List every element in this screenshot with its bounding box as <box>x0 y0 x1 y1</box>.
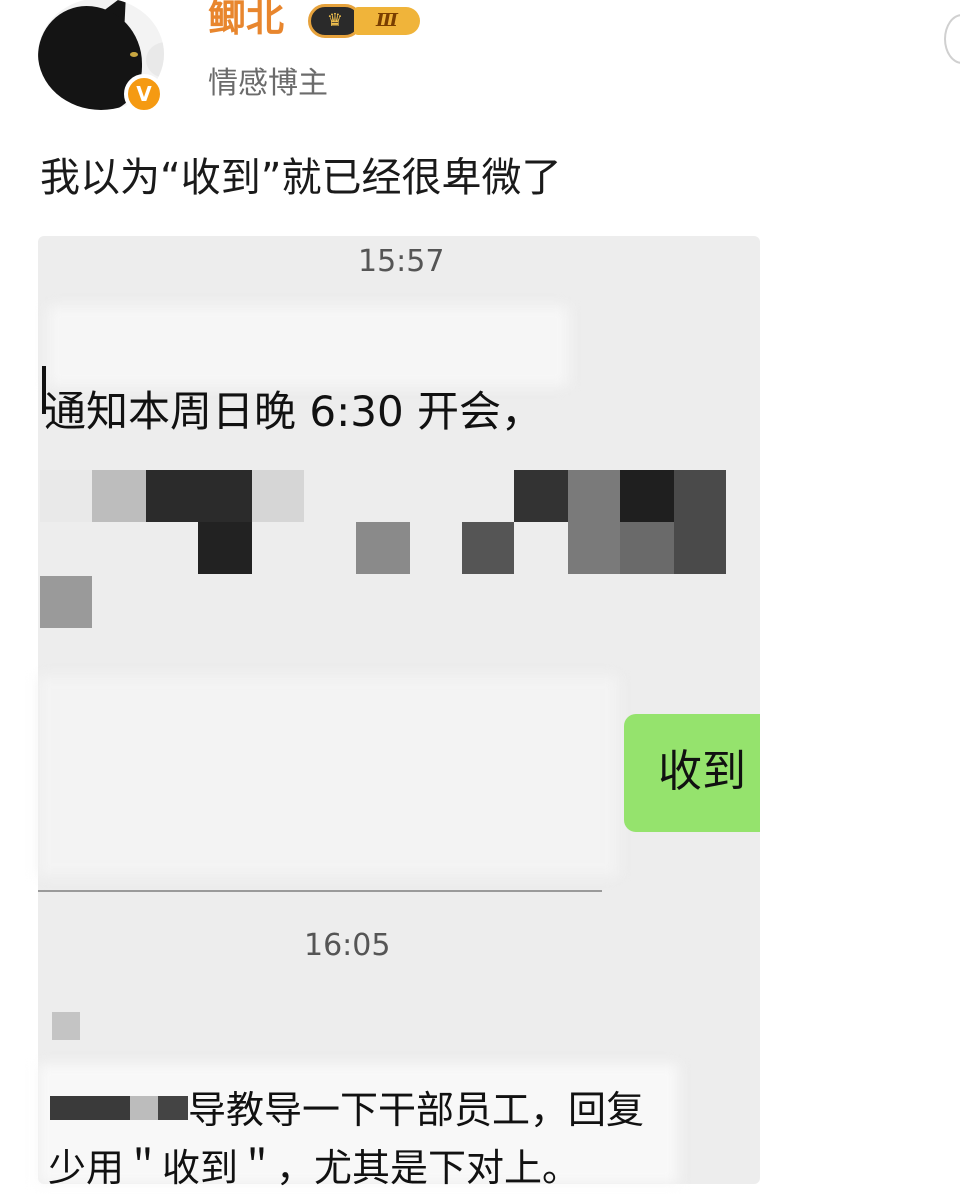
mosaic-block <box>130 1096 158 1120</box>
mosaic-block <box>198 522 252 574</box>
reply-bubble[interactable]: 收到 <box>624 714 760 832</box>
mosaic-block <box>50 1096 130 1120</box>
message-text-line: 导教导一下干部员工，回复 <box>188 1088 645 1132</box>
mosaic-block <box>52 1012 80 1040</box>
mosaic-block <box>514 470 568 522</box>
mosaic-block <box>674 470 726 574</box>
cat-eye-shape <box>130 52 138 57</box>
message-time: 15:57 <box>358 244 445 279</box>
level-label: Ⅲ <box>354 7 420 35</box>
chat-screenshot: 15:57 通知本周日晚 6:30 开会， 收到 16:05 导教导一下干部员工… <box>38 236 760 1190</box>
reply-text: 收到 <box>658 746 746 797</box>
user-tag: 情感博主 <box>208 66 328 101</box>
mosaic-block <box>620 470 674 522</box>
message-text-line: 少用＂收到＂，尤其是下对上。 <box>48 1146 581 1190</box>
mosaic-block <box>568 470 620 574</box>
message-time: 16:05 <box>304 928 391 963</box>
mosaic-block <box>356 522 410 574</box>
mosaic-block <box>92 470 146 522</box>
blurred-area <box>38 676 618 876</box>
mosaic-block <box>158 1096 188 1120</box>
mosaic-block <box>40 576 92 628</box>
username[interactable]: 鲫北 <box>208 0 284 44</box>
mouse-shape <box>146 42 164 78</box>
message-text: 通知本周日晚 6:30 开会， <box>44 387 544 436</box>
mosaic-block <box>252 470 304 522</box>
mosaic-block <box>146 470 252 522</box>
post-text: 我以为“收到”就已经很卑微了 <box>40 155 562 201</box>
mosaic-block <box>40 470 92 522</box>
follow-circle-icon[interactable] <box>944 14 960 64</box>
blurred-area <box>48 306 568 386</box>
verified-badge-icon: V <box>124 74 164 114</box>
level-badge[interactable]: ♛ Ⅲ <box>308 4 422 38</box>
mosaic-block <box>462 522 514 574</box>
mosaic-block <box>620 522 674 574</box>
divider <box>38 890 602 892</box>
